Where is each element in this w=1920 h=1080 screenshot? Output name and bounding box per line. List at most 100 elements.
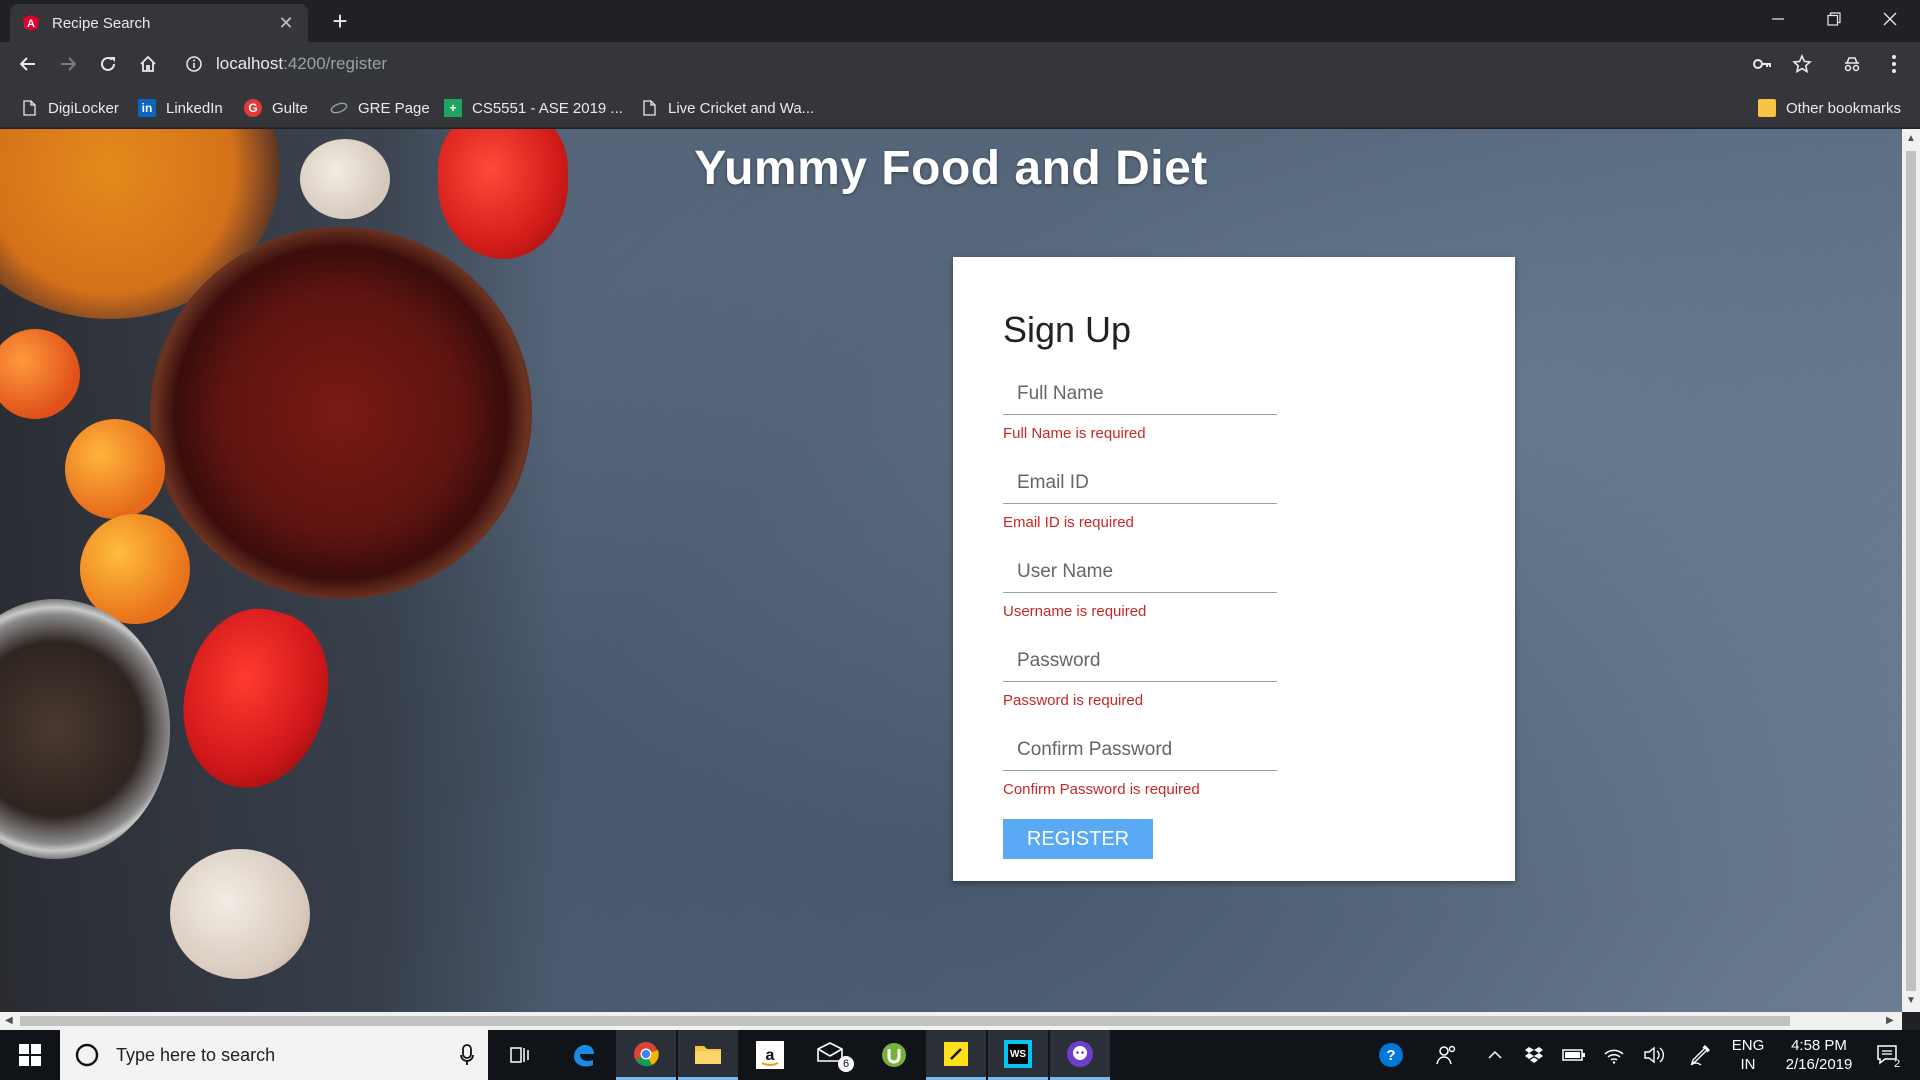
scroll-left-icon[interactable]: ◀	[5, 1015, 13, 1026]
tab-title: Recipe Search	[52, 14, 151, 32]
bookmark-gre-page[interactable]: GRE Page	[330, 96, 430, 120]
scroll-right-icon[interactable]: ▶	[1886, 1015, 1894, 1026]
menu-kebab-icon[interactable]	[1880, 50, 1908, 78]
bookmark-digilocker[interactable]: DigiLocker	[20, 96, 119, 120]
full-name-input[interactable]	[1003, 373, 1277, 415]
close-tab-icon[interactable]: ✕	[276, 13, 296, 34]
gre-icon	[330, 99, 348, 117]
incognito-extension-icon[interactable]	[1838, 50, 1866, 78]
bookmark-gulte[interactable]: G Gulte	[244, 96, 308, 120]
new-tab-button[interactable]: +	[326, 8, 354, 36]
sticky-notes-taskbar-app[interactable]	[926, 1030, 986, 1080]
confirm-password-field: Confirm Password is required	[1003, 729, 1277, 798]
tomato	[65, 419, 165, 519]
page-icon	[640, 99, 658, 117]
cortana-circle-icon	[75, 1043, 99, 1067]
other-bookmarks[interactable]: Other bookmarks	[1758, 96, 1901, 120]
reload-button[interactable]	[94, 50, 122, 78]
horizontal-scroll-thumb[interactable]	[20, 1016, 1790, 1026]
bookmark-label: Gulte	[272, 99, 308, 117]
restore-button[interactable]	[1806, 0, 1862, 38]
full-name-error: Full Name is required	[1003, 425, 1146, 442]
amazon-icon: a	[756, 1041, 784, 1069]
amazon-taskbar-app[interactable]: a	[740, 1030, 800, 1080]
volume-tray-icon[interactable]	[1640, 1030, 1668, 1080]
bookmark-linkedin[interactable]: in LinkedIn	[138, 96, 223, 120]
confirm-password-input[interactable]	[1003, 729, 1277, 771]
edge-taskbar-app[interactable]	[554, 1030, 614, 1080]
battery-tray-icon[interactable]	[1560, 1030, 1588, 1080]
horizontal-scrollbar[interactable]: ◀ ▶	[0, 1012, 1902, 1030]
username-input[interactable]	[1003, 551, 1277, 593]
show-hidden-icons-chevron-icon[interactable]	[1482, 1030, 1508, 1080]
region-code: IN	[1740, 1056, 1756, 1073]
bookmark-cs5551[interactable]: + CS5551 - ASE 2019 ...	[444, 96, 623, 120]
bookmark-live-cricket[interactable]: Live Cricket and Wa...	[640, 96, 814, 120]
microphone-icon	[460, 1044, 474, 1065]
info-icon[interactable]	[184, 54, 204, 74]
page-title: Yummy Food and Diet	[694, 142, 1208, 195]
page-icon	[20, 99, 38, 117]
search-placeholder: Type here to search	[116, 1044, 276, 1065]
utorrent-taskbar-app[interactable]	[864, 1030, 924, 1080]
language-indicator[interactable]: ENG IN	[1726, 1036, 1770, 1074]
start-button[interactable]	[0, 1030, 60, 1080]
chrome-taskbar-app[interactable]	[616, 1030, 676, 1080]
task-view-button[interactable]	[490, 1030, 550, 1080]
key-icon[interactable]	[1748, 50, 1776, 78]
taskbar-search-box[interactable]: Type here to search	[60, 1030, 488, 1080]
wifi-tray-icon[interactable]	[1600, 1030, 1628, 1080]
address-bar[interactable]: localhost:4200/register	[176, 48, 1746, 80]
email-input[interactable]	[1003, 462, 1277, 504]
minimize-button[interactable]	[1750, 0, 1806, 38]
system-clock[interactable]: 4:58 PM 2/16/2019	[1774, 1036, 1864, 1074]
url-host: localhost	[216, 54, 284, 73]
forward-arrow-icon	[61, 57, 77, 71]
food-background-image	[0, 129, 568, 1012]
help-tray-icon[interactable]: ?	[1376, 1030, 1406, 1080]
bookmark-star-icon[interactable]	[1788, 50, 1816, 78]
people-tray-icon[interactable]	[1432, 1030, 1462, 1080]
password-input[interactable]	[1003, 640, 1277, 682]
full-name-field: Full Name is required	[1003, 373, 1277, 442]
github-desktop-taskbar-app[interactable]	[1050, 1030, 1110, 1080]
sticky-notes-icon	[944, 1041, 968, 1066]
url-path: :4200/register	[283, 54, 388, 73]
task-view-icon	[510, 1047, 529, 1063]
home-button[interactable]	[134, 50, 162, 78]
reload-icon	[101, 56, 115, 71]
bookmark-label: LinkedIn	[166, 99, 223, 117]
register-button[interactable]: REGISTER	[1003, 819, 1153, 859]
clock-time: 4:58 PM	[1791, 1037, 1847, 1054]
email-error: Email ID is required	[1003, 514, 1134, 531]
chili-bowl	[150, 227, 532, 599]
scroll-up-icon[interactable]: ▲	[1906, 133, 1916, 144]
forward-button[interactable]	[54, 50, 82, 78]
home-icon	[140, 55, 156, 72]
mail-taskbar-app[interactable]: 6	[802, 1030, 862, 1080]
chrome-icon	[634, 1041, 659, 1066]
bookmark-label: GRE Page	[358, 99, 430, 117]
vertical-scrollbar[interactable]: ▲ ▼	[1902, 129, 1920, 1012]
browser-tab-recipe-search[interactable]: A Recipe Search ✕	[10, 4, 308, 42]
sheets-icon: +	[444, 99, 462, 117]
other-bookmarks-label: Other bookmarks	[1786, 99, 1902, 117]
scroll-down-icon[interactable]: ▼	[1906, 995, 1916, 1006]
back-button[interactable]	[14, 50, 42, 78]
svg-text:?: ?	[1386, 1047, 1395, 1064]
dropbox-tray-icon[interactable]	[1520, 1030, 1548, 1080]
file-explorer-taskbar-app[interactable]	[678, 1030, 738, 1080]
password-field: Password is required	[1003, 640, 1277, 709]
mail-count-badge: 6	[838, 1056, 854, 1072]
close-window-button[interactable]	[1862, 0, 1918, 38]
signup-card: Sign Up Full Name is required Email ID i…	[953, 257, 1515, 881]
vertical-scroll-thumb[interactable]	[1906, 151, 1916, 991]
webstorm-taskbar-app[interactable]: WS	[988, 1030, 1048, 1080]
github-icon	[1067, 1040, 1093, 1067]
webstorm-icon: WS	[1004, 1039, 1032, 1068]
bookmark-label: Live Cricket and Wa...	[668, 99, 815, 117]
edge-icon	[574, 1045, 594, 1067]
action-center-button[interactable]: 2	[1868, 1030, 1908, 1080]
windows-icon	[19, 1044, 41, 1066]
pen-workspace-tray-icon[interactable]	[1686, 1030, 1714, 1080]
